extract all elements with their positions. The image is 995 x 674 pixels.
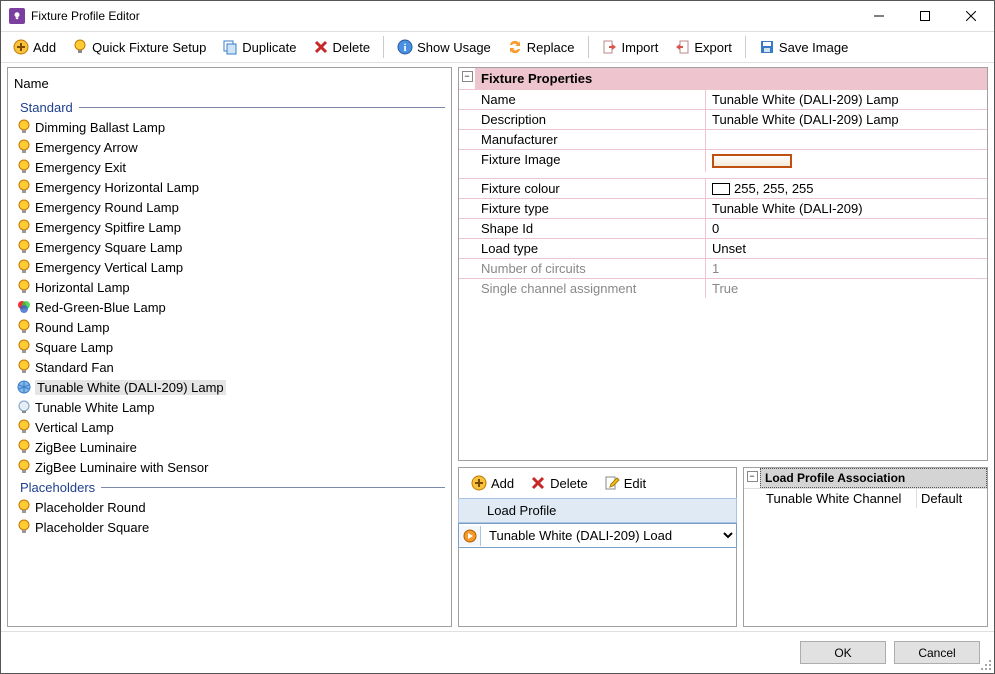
tree-group-header: Standard bbox=[8, 97, 451, 117]
prop-colour-label: Fixture colour bbox=[459, 179, 706, 198]
tree-item[interactable]: Red-Green-Blue Lamp bbox=[8, 297, 451, 317]
import-icon bbox=[602, 39, 618, 55]
show-usage-button[interactable]: i Show Usage bbox=[391, 35, 497, 59]
tree-item[interactable]: Horizontal Lamp bbox=[8, 277, 451, 297]
titlebar: Fixture Profile Editor bbox=[1, 1, 994, 31]
minimize-button[interactable] bbox=[856, 1, 902, 31]
properties-header: Fixture Properties bbox=[475, 68, 987, 89]
load-toolbar: Add Delete Edit bbox=[459, 468, 736, 498]
prop-circuits-label: Number of circuits bbox=[459, 259, 706, 278]
prop-name-label: Name bbox=[459, 90, 706, 109]
tree-item[interactable]: Emergency Horizontal Lamp bbox=[8, 177, 451, 197]
edit-icon bbox=[604, 475, 620, 491]
save-icon bbox=[759, 39, 775, 55]
add-button[interactable]: Add bbox=[7, 35, 62, 59]
bulb-icon bbox=[72, 39, 88, 55]
save-image-button[interactable]: Save Image bbox=[753, 35, 854, 59]
dialog-footer: OK Cancel bbox=[1, 631, 994, 673]
prop-load-value[interactable]: Unset bbox=[706, 239, 987, 258]
delete-button[interactable]: Delete bbox=[307, 35, 377, 59]
prop-load-label: Load type bbox=[459, 239, 706, 258]
assoc-channel-label: Tunable White Channel bbox=[744, 489, 917, 508]
row-indicator-icon bbox=[459, 526, 481, 546]
cancel-button[interactable]: Cancel bbox=[894, 641, 980, 664]
load-add-button[interactable]: Add bbox=[465, 471, 520, 495]
colour-swatch bbox=[712, 183, 730, 195]
fixture-image-box[interactable] bbox=[712, 154, 792, 168]
tree-item[interactable]: Emergency Arrow bbox=[8, 137, 451, 157]
load-profile-panel: Add Delete Edit Load Profile bbox=[458, 467, 737, 627]
prop-shape-label: Shape Id bbox=[459, 219, 706, 238]
plus-icon bbox=[13, 39, 29, 55]
load-delete-button[interactable]: Delete bbox=[524, 471, 594, 495]
prop-circuits-value: 1 bbox=[706, 259, 987, 278]
maximize-button[interactable] bbox=[902, 1, 948, 31]
close-button[interactable] bbox=[948, 1, 994, 31]
prop-channel-label: Single channel assignment bbox=[459, 279, 706, 298]
fixture-tree-panel: Name StandardDimming Ballast LampEmergen… bbox=[7, 67, 452, 627]
tree-item[interactable]: Emergency Square Lamp bbox=[8, 237, 451, 257]
prop-type-label: Fixture type bbox=[459, 199, 706, 218]
tree-item[interactable]: ZigBee Luminaire bbox=[8, 437, 451, 457]
copy-icon bbox=[222, 39, 238, 55]
tree-item[interactable]: Dimming Ballast Lamp bbox=[8, 117, 451, 137]
tree-scroll[interactable]: StandardDimming Ballast LampEmergency Ar… bbox=[8, 97, 451, 626]
tree-group-header: Placeholders bbox=[8, 477, 451, 497]
load-grid-header[interactable]: Load Profile bbox=[458, 498, 737, 523]
tree-item[interactable]: Emergency Round Lamp bbox=[8, 197, 451, 217]
prop-channel-value: True bbox=[706, 279, 987, 298]
prop-manufacturer-label: Manufacturer bbox=[459, 130, 706, 149]
replace-button[interactable]: Replace bbox=[501, 35, 581, 59]
tree-item[interactable]: Standard Fan bbox=[8, 357, 451, 377]
load-grid-row[interactable]: Tunable White (DALI-209) Load bbox=[458, 523, 737, 548]
assoc-collapse-button[interactable]: − bbox=[747, 471, 758, 482]
tree-item[interactable]: Emergency Exit bbox=[8, 157, 451, 177]
load-edit-button[interactable]: Edit bbox=[598, 471, 652, 495]
duplicate-button[interactable]: Duplicate bbox=[216, 35, 302, 59]
app-icon bbox=[9, 8, 25, 24]
svg-text:i: i bbox=[404, 42, 407, 54]
quick-setup-button[interactable]: Quick Fixture Setup bbox=[66, 35, 212, 59]
assoc-channel-value[interactable]: Default bbox=[917, 489, 987, 508]
tree-item[interactable]: Emergency Spitfire Lamp bbox=[8, 217, 451, 237]
x-icon bbox=[313, 39, 329, 55]
prop-colour-value[interactable]: 255, 255, 255 bbox=[706, 179, 987, 198]
tree-item[interactable]: Tunable White (DALI-209) Lamp bbox=[8, 377, 451, 397]
tree-item[interactable]: Emergency Vertical Lamp bbox=[8, 257, 451, 277]
tree-item[interactable]: Placeholder Square bbox=[8, 517, 451, 537]
x-icon bbox=[530, 475, 546, 491]
info-icon: i bbox=[397, 39, 413, 55]
collapse-button[interactable]: − bbox=[462, 71, 473, 82]
export-button[interactable]: Export bbox=[668, 35, 738, 59]
tree-item[interactable]: Vertical Lamp bbox=[8, 417, 451, 437]
prop-type-value[interactable]: Tunable White (DALI-209) bbox=[706, 199, 987, 218]
tree-item[interactable]: Round Lamp bbox=[8, 317, 451, 337]
load-profile-select[interactable]: Tunable White (DALI-209) Load bbox=[481, 524, 736, 547]
tree-header[interactable]: Name bbox=[8, 68, 451, 97]
prop-image-label: Fixture Image bbox=[459, 150, 706, 172]
prop-description-label: Description bbox=[459, 110, 706, 129]
assoc-header: Load Profile Association bbox=[760, 468, 987, 488]
prop-shape-value[interactable]: 0 bbox=[706, 219, 987, 238]
fixture-properties-grid: − Fixture Properties NameTunable White (… bbox=[458, 67, 988, 461]
export-icon bbox=[674, 39, 690, 55]
window-title: Fixture Profile Editor bbox=[31, 9, 856, 23]
tree-item[interactable]: ZigBee Luminaire with Sensor bbox=[8, 457, 451, 477]
prop-description-value[interactable]: Tunable White (DALI-209) Lamp bbox=[706, 110, 987, 129]
main-toolbar: Add Quick Fixture Setup Duplicate Delete… bbox=[1, 31, 994, 63]
ok-button[interactable]: OK bbox=[800, 641, 886, 664]
prop-image-value[interactable] bbox=[706, 150, 987, 172]
load-association-panel: − Load Profile Association Tunable White… bbox=[743, 467, 988, 627]
tree-item[interactable]: Square Lamp bbox=[8, 337, 451, 357]
tree-item[interactable]: Placeholder Round bbox=[8, 497, 451, 517]
prop-manufacturer-value[interactable] bbox=[706, 130, 987, 149]
prop-name-value[interactable]: Tunable White (DALI-209) Lamp bbox=[706, 90, 987, 109]
plus-icon bbox=[471, 475, 487, 491]
tree-item[interactable]: Tunable White Lamp bbox=[8, 397, 451, 417]
resize-grip[interactable] bbox=[980, 659, 992, 671]
import-button[interactable]: Import bbox=[596, 35, 665, 59]
swap-icon bbox=[507, 39, 523, 55]
